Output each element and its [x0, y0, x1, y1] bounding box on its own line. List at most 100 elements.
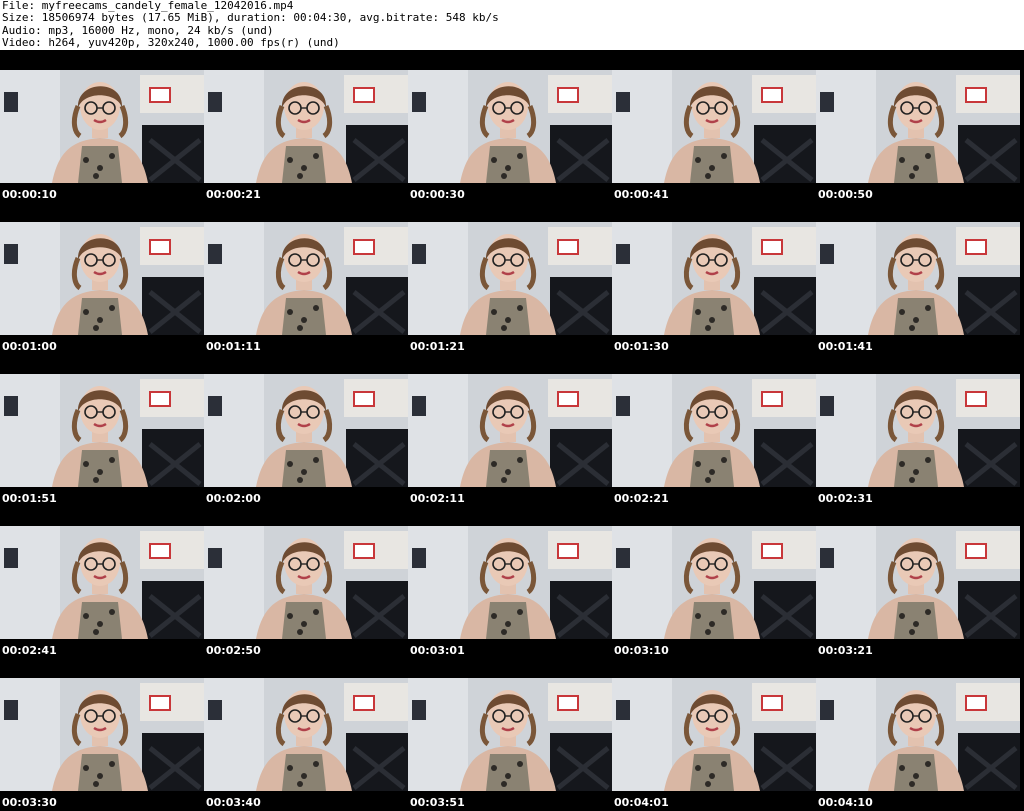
thumbnail-timestamp: 00:00:10 — [2, 188, 57, 201]
thumbnail-timestamp: 00:01:11 — [206, 340, 261, 353]
thumbnail-frame — [204, 222, 408, 335]
thumbnail-timestamp: 00:02:11 — [410, 492, 465, 505]
video-frame-image — [408, 526, 612, 639]
video-frame-image — [0, 678, 204, 791]
thumbnail-frame — [612, 678, 816, 791]
video-frame-image — [204, 526, 408, 639]
thumbnail-cell: 00:04:10 — [816, 658, 1020, 810]
thumbnail-cell: 00:02:00 — [204, 354, 408, 506]
thumbnail-frame — [816, 374, 1020, 487]
thumbnail-timestamp: 00:02:41 — [2, 644, 57, 657]
thumbnail-timestamp: 00:01:51 — [2, 492, 57, 505]
thumbnail-timestamp: 00:02:50 — [206, 644, 261, 657]
thumbnail-cell: 00:02:31 — [816, 354, 1020, 506]
video-frame-image — [0, 526, 204, 639]
thumbnail-frame — [816, 70, 1020, 183]
thumbnail-timestamp: 00:03:30 — [2, 796, 57, 809]
thumbnail-frame — [612, 70, 816, 183]
thumbnail-frame — [408, 526, 612, 639]
thumbnail-cell: 00:00:50 — [816, 50, 1020, 202]
video-frame-image — [0, 70, 204, 183]
thumbnail-timestamp: 00:00:30 — [410, 188, 465, 201]
video-frame-image — [204, 222, 408, 335]
video-frame-image — [816, 678, 1020, 791]
thumbnail-cell: 00:01:51 — [0, 354, 204, 506]
thumbnail-frame — [612, 526, 816, 639]
thumbnail-grid: 00:00:10 00:00:21 00:00:30 00:00:41 00:00:50… — [0, 50, 1024, 811]
thumbnail-frame — [0, 374, 204, 487]
video-frame-image — [204, 70, 408, 183]
thumbnail-frame — [0, 222, 204, 335]
thumbnail-cell: 00:03:10 — [612, 506, 816, 658]
thumbnail-cell: 00:01:11 — [204, 202, 408, 354]
thumbnail-frame — [204, 374, 408, 487]
thumbnail-cell: 00:02:41 — [0, 506, 204, 658]
thumbnail-timestamp: 00:03:51 — [410, 796, 465, 809]
thumbnail-cell: 00:03:01 — [408, 506, 612, 658]
thumbnail-cell: 00:00:10 — [0, 50, 204, 202]
file-size-line: Size: 18506974 bytes (17.65 MiB), durati… — [2, 11, 499, 25]
thumbnail-cell: 00:02:50 — [204, 506, 408, 658]
thumbnail-frame — [0, 526, 204, 639]
thumbnail-frame — [816, 222, 1020, 335]
video-info-line: Video: h264, yuv420p, 320x240, 1000.00 f… — [2, 36, 340, 50]
thumbnail-cell: 00:01:21 — [408, 202, 612, 354]
thumbnail-timestamp: 00:02:00 — [206, 492, 261, 505]
thumbnail-frame — [0, 70, 204, 183]
thumbnail-timestamp: 00:01:00 — [2, 340, 57, 353]
video-frame-image — [816, 526, 1020, 639]
thumbnail-timestamp: 00:01:30 — [614, 340, 669, 353]
thumbnail-cell: 00:01:00 — [0, 202, 204, 354]
thumbnail-frame — [816, 678, 1020, 791]
thumbnail-cell: 00:01:30 — [612, 202, 816, 354]
thumbnail-frame — [0, 678, 204, 791]
thumbnail-timestamp: 00:03:21 — [818, 644, 873, 657]
thumbnail-cell: 00:03:21 — [816, 506, 1020, 658]
thumbnail-timestamp: 00:00:50 — [818, 188, 873, 201]
thumbnail-timestamp: 00:01:21 — [410, 340, 465, 353]
video-frame-image — [204, 374, 408, 487]
video-frame-image — [408, 678, 612, 791]
video-frame-image — [408, 374, 612, 487]
thumbnail-timestamp: 00:04:01 — [614, 796, 669, 809]
thumbnail-cell: 00:03:40 — [204, 658, 408, 810]
thumbnail-cell: 00:04:01 — [612, 658, 816, 810]
video-frame-image — [816, 70, 1020, 183]
video-frame-image — [408, 70, 612, 183]
thumbnail-cell: 00:00:30 — [408, 50, 612, 202]
thumbnail-frame — [408, 374, 612, 487]
thumbnail-timestamp: 00:00:41 — [614, 188, 669, 201]
video-frame-image — [408, 222, 612, 335]
thumbnail-timestamp: 00:03:01 — [410, 644, 465, 657]
thumbnail-timestamp: 00:02:31 — [818, 492, 873, 505]
thumbnail-cell: 00:02:11 — [408, 354, 612, 506]
thumbnail-frame — [408, 678, 612, 791]
video-frame-image — [816, 374, 1020, 487]
thumbnail-frame — [204, 70, 408, 183]
thumbnail-cell: 00:02:21 — [612, 354, 816, 506]
thumbnail-timestamp: 00:00:21 — [206, 188, 261, 201]
video-frame-image — [204, 678, 408, 791]
video-frame-image — [0, 222, 204, 335]
thumbnail-cell: 00:01:41 — [816, 202, 1020, 354]
video-frame-image — [0, 374, 204, 487]
thumbnail-cell: 00:03:51 — [408, 658, 612, 810]
thumbnail-timestamp: 00:03:10 — [614, 644, 669, 657]
video-frame-image — [612, 526, 816, 639]
video-frame-image — [612, 222, 816, 335]
thumbnail-frame — [408, 222, 612, 335]
video-frame-image — [816, 222, 1020, 335]
thumbnail-timestamp: 00:03:40 — [206, 796, 261, 809]
thumbnail-frame — [408, 70, 612, 183]
video-frame-image — [612, 678, 816, 791]
thumbnail-timestamp: 00:01:41 — [818, 340, 873, 353]
thumbnail-frame — [612, 222, 816, 335]
thumbnail-cell: 00:00:21 — [204, 50, 408, 202]
thumbnail-cell: 00:03:30 — [0, 658, 204, 810]
thumbnail-timestamp: 00:02:21 — [614, 492, 669, 505]
thumbnail-frame — [204, 678, 408, 791]
video-frame-image — [612, 374, 816, 487]
thumbnail-cell: 00:00:41 — [612, 50, 816, 202]
thumbnail-frame — [612, 374, 816, 487]
video-frame-image — [612, 70, 816, 183]
